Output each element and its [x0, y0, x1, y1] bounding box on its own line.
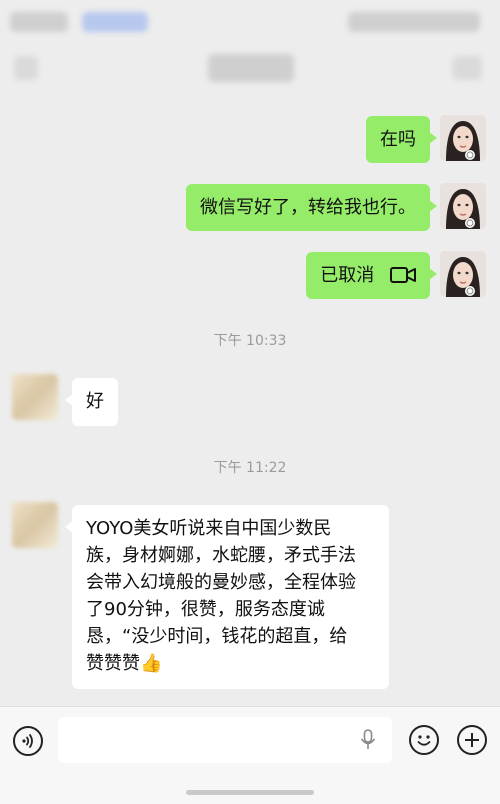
message-line: 赞赞赞👍 [86, 653, 163, 674]
plus-sign-icon [465, 733, 479, 747]
message-text: 微信写好了，转给我也行。 [200, 197, 416, 218]
voice-waves-icon [22, 734, 33, 748]
message-line: 族，身材婀娜，水蛇腰，矛式手法 [86, 545, 356, 566]
message-bubble-sent[interactable]: 微信写好了，转给我也行。 [186, 184, 437, 231]
avatar[interactable] [12, 502, 58, 548]
avatar-portrait-icon [440, 183, 486, 229]
home-indicator [186, 790, 314, 795]
video-call-record-bubble[interactable]: 已取消 [306, 252, 437, 299]
message-text: 在吗 [380, 129, 416, 150]
message-bubble-received[interactable]: 好 [65, 378, 118, 426]
message-line: 会带入幻境般的曼妙感，全程体验 [86, 572, 356, 593]
video-camera-icon [390, 267, 416, 283]
back-icon[interactable] [14, 56, 38, 80]
voice-toggle-icon[interactable] [13, 726, 43, 756]
more-options-icon[interactable] [452, 56, 482, 80]
message-text: 好 [86, 391, 104, 412]
message-line: 了90分钟，很赞，服务态度诚 [86, 599, 325, 620]
timestamp: 下午 11:22 [213, 460, 287, 476]
plus-icon[interactable] [457, 725, 487, 755]
message-bubble-received[interactable]: YOYO美女听说来自中国少数民 族，身材婀娜，水蛇腰，矛式手法 会带入幻境般的曼… [65, 505, 389, 689]
status-bar [0, 0, 500, 44]
chat-title-blur [208, 54, 294, 82]
timestamp: 下午 10:33 [213, 333, 287, 349]
emoji-icon[interactable] [409, 725, 439, 755]
avatar[interactable] [12, 374, 58, 420]
message-bubble-sent[interactable]: 在吗 [366, 116, 437, 163]
avatar[interactable] [440, 251, 486, 297]
message-input[interactable] [58, 717, 392, 763]
message-line: 恳，“没少时间，钱花的超直，给 [86, 626, 348, 647]
avatar[interactable] [440, 183, 486, 229]
status-battery-blur [348, 12, 480, 32]
microphone-icon[interactable] [360, 729, 376, 751]
avatar-portrait-icon [440, 115, 486, 161]
chat-header [0, 44, 500, 96]
avatar-portrait-icon [440, 251, 486, 297]
status-network-blur [82, 12, 148, 32]
avatar[interactable] [440, 115, 486, 161]
message-line: YOYO美女听说来自中国少数民 [86, 518, 332, 539]
smiley-face-icon [417, 735, 431, 746]
status-carrier-blur [10, 12, 68, 32]
call-status-text: 已取消 [320, 265, 375, 286]
